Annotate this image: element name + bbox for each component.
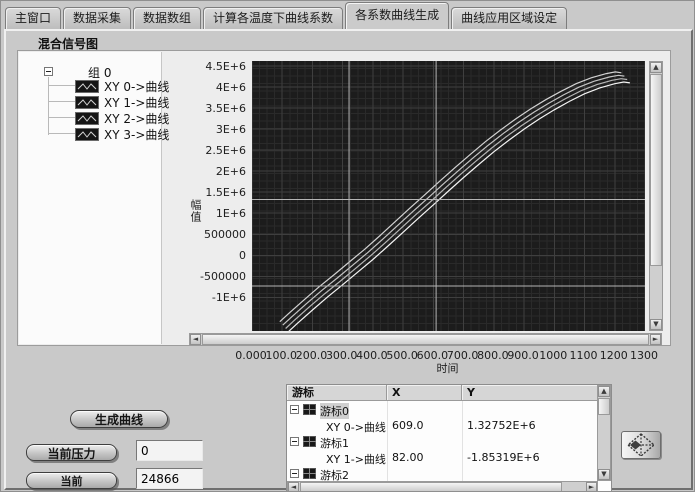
tab-1[interactable]: 主窗口 [5, 7, 61, 29]
column-header-2[interactable]: Y [462, 385, 599, 401]
scroll-down-button[interactable]: ▼ [650, 319, 662, 330]
cursor-style-icon [303, 436, 316, 447]
tree-collapse-icon[interactable] [290, 469, 299, 478]
waveform-thumbnail-icon [75, 96, 99, 109]
tree-line [49, 133, 75, 134]
y-tick-label: 2E+6 [176, 165, 246, 178]
scroll-down-icon: ▼ [601, 470, 606, 478]
table-vertical-scrollbar[interactable]: ▲ ▼ [597, 385, 611, 481]
y-tick-label: 3E+6 [176, 123, 246, 136]
scroll-right-button[interactable]: ► [650, 334, 661, 345]
current-pwmbuffer-button[interactable]: 当前PWMBuffer [26, 472, 117, 489]
tab-2[interactable]: 数据采集 [63, 7, 131, 29]
cursor-plot-row[interactable]: XY 1->曲线82.00-1.85319E+6 [287, 449, 598, 465]
legend-item-label: XY 2->曲线 [104, 110, 169, 127]
legend-item-label: XY 3->曲线 [104, 126, 169, 143]
plot-hscroll-thumb[interactable] [202, 334, 649, 345]
legend-item-2[interactable]: XY 2->曲线 [75, 111, 169, 125]
tree-collapse-icon[interactable] [44, 67, 53, 76]
y-tick-label: 3.5E+6 [176, 102, 246, 115]
waveform-thumbnail-icon [75, 128, 99, 141]
cursor-style-icon [303, 404, 316, 415]
table-scroll-down-button[interactable]: ▼ [598, 469, 610, 480]
tree-line [49, 101, 75, 102]
cursor-x-value: 82.00 [392, 451, 424, 464]
table-vscroll-thumb[interactable] [598, 398, 610, 415]
y-tick-label: 0 [176, 249, 246, 262]
table-scroll-up-button[interactable]: ▲ [598, 386, 610, 397]
cursor-table-body: 游标0XY 0->曲线609.01.32752E+6游标1XY 1->曲线82.… [287, 401, 598, 482]
tab-4[interactable]: 计算各温度下曲线系数 [203, 7, 343, 29]
generate-curve-button[interactable]: 生成曲线 [70, 410, 168, 428]
cursor-y-value: -1.85319E+6 [467, 451, 540, 464]
graph-body: 组 0 XY 0->曲线XY 1->曲线XY 2->曲线XY 3->曲线 幅值 … [17, 50, 671, 346]
legend-item-0[interactable]: XY 0->曲线 [75, 79, 169, 93]
tab-3[interactable]: 数据数组 [133, 7, 201, 29]
legend-item-label: XY 0->曲线 [104, 78, 169, 95]
tab-bar: 主窗口数据采集数据数组计算各温度下曲线系数各系数曲线生成曲线应用区域设定 [5, 3, 567, 29]
tree-line [49, 85, 75, 86]
legend-item-label: XY 1->曲线 [104, 94, 169, 111]
cursor-legend-table: 游标XY 游标0XY 0->曲线609.01.32752E+6游标1XY 1->… [286, 384, 612, 492]
y-tick-label: -500000 [176, 270, 246, 283]
tab-5[interactable]: 各系数曲线生成 [345, 2, 449, 29]
column-header-1[interactable]: X [387, 385, 462, 401]
waveform-thumbnail-icon [75, 112, 99, 125]
cursor-group-row[interactable]: 游标1 [287, 433, 598, 449]
mixed-signal-graph: 组 0 XY 0->曲线XY 1->曲线XY 2->曲线XY 3->曲线 幅值 … [17, 50, 671, 376]
tab-page: 混合信号图 组 0 XY 0->曲线XY 1->曲线XY 2->曲线XY 3->… [4, 29, 693, 490]
scroll-left-button[interactable]: ◄ [190, 334, 201, 345]
plot-area[interactable] [252, 61, 645, 331]
cursor-name: 游标2 [320, 467, 349, 482]
y-tick-label: -1E+6 [176, 291, 246, 304]
y-tick-label: 4.5E+6 [176, 60, 246, 73]
y-tick-label: 4E+6 [176, 81, 246, 94]
legend-item-3[interactable]: XY 3->曲线 [75, 127, 169, 141]
current-pressure-value[interactable] [136, 440, 203, 461]
cursor-y-value: 1.32752E+6 [467, 419, 536, 432]
cursor-table-header: 游标XY [287, 385, 599, 401]
cursor-group-row[interactable]: 游标2 [287, 465, 598, 481]
x-axis-title: 时间 [251, 360, 644, 376]
legend-item-1[interactable]: XY 1->曲线 [75, 95, 169, 109]
scroll-down-icon: ▼ [653, 320, 658, 328]
waveform-thumbnail-icon [75, 80, 99, 93]
window: 主窗口数据采集数据数组计算各温度下曲线系数各系数曲线生成曲线应用区域设定 混合信… [0, 0, 695, 492]
y-tick-label: 500000 [176, 228, 246, 241]
tree-line [49, 117, 75, 118]
plot-horizontal-scrollbar[interactable]: ◄ ► [189, 333, 662, 346]
cursor-mover-icon [622, 432, 660, 458]
y-tick-label: 1.5E+6 [176, 186, 246, 199]
plot-vertical-scrollbar[interactable]: ▲ ▼ [649, 61, 663, 331]
scroll-up-button[interactable]: ▲ [650, 62, 662, 73]
scroll-up-icon: ▲ [601, 387, 606, 395]
cursor-x-value: 609.0 [392, 419, 424, 432]
cursor-mover-button[interactable] [621, 431, 661, 459]
table-scroll-right-button[interactable]: ► [586, 482, 597, 492]
cursor-plot-row[interactable]: XY 0->曲线609.01.32752E+6 [287, 417, 598, 433]
column-header-0[interactable]: 游标 [287, 385, 387, 401]
y-tick-label: 1E+6 [176, 207, 246, 220]
cursor-style-icon [303, 468, 316, 479]
scroll-up-icon: ▲ [653, 63, 658, 71]
cursor-group-row[interactable]: 游标0 [287, 401, 598, 417]
table-scroll-left-button[interactable]: ◄ [288, 482, 299, 492]
scroll-right-icon: ► [589, 483, 594, 491]
scroll-left-icon: ◄ [193, 335, 198, 343]
current-pwmbuffer-value[interactable] [136, 468, 203, 489]
current-pressure-button[interactable]: 当前压力 [26, 444, 117, 461]
scroll-right-icon: ► [653, 335, 658, 343]
table-horizontal-scrollbar[interactable]: ◄ ► [287, 481, 598, 492]
plot-vscroll-thumb[interactable] [650, 74, 662, 266]
tab-6[interactable]: 曲线应用区域设定 [451, 7, 567, 29]
scroll-left-icon: ◄ [291, 483, 296, 491]
tree-collapse-icon[interactable] [290, 437, 299, 446]
table-hscroll-thumb[interactable] [300, 482, 562, 492]
y-tick-label: 2.5E+6 [176, 144, 246, 157]
tree-collapse-icon[interactable] [290, 405, 299, 414]
